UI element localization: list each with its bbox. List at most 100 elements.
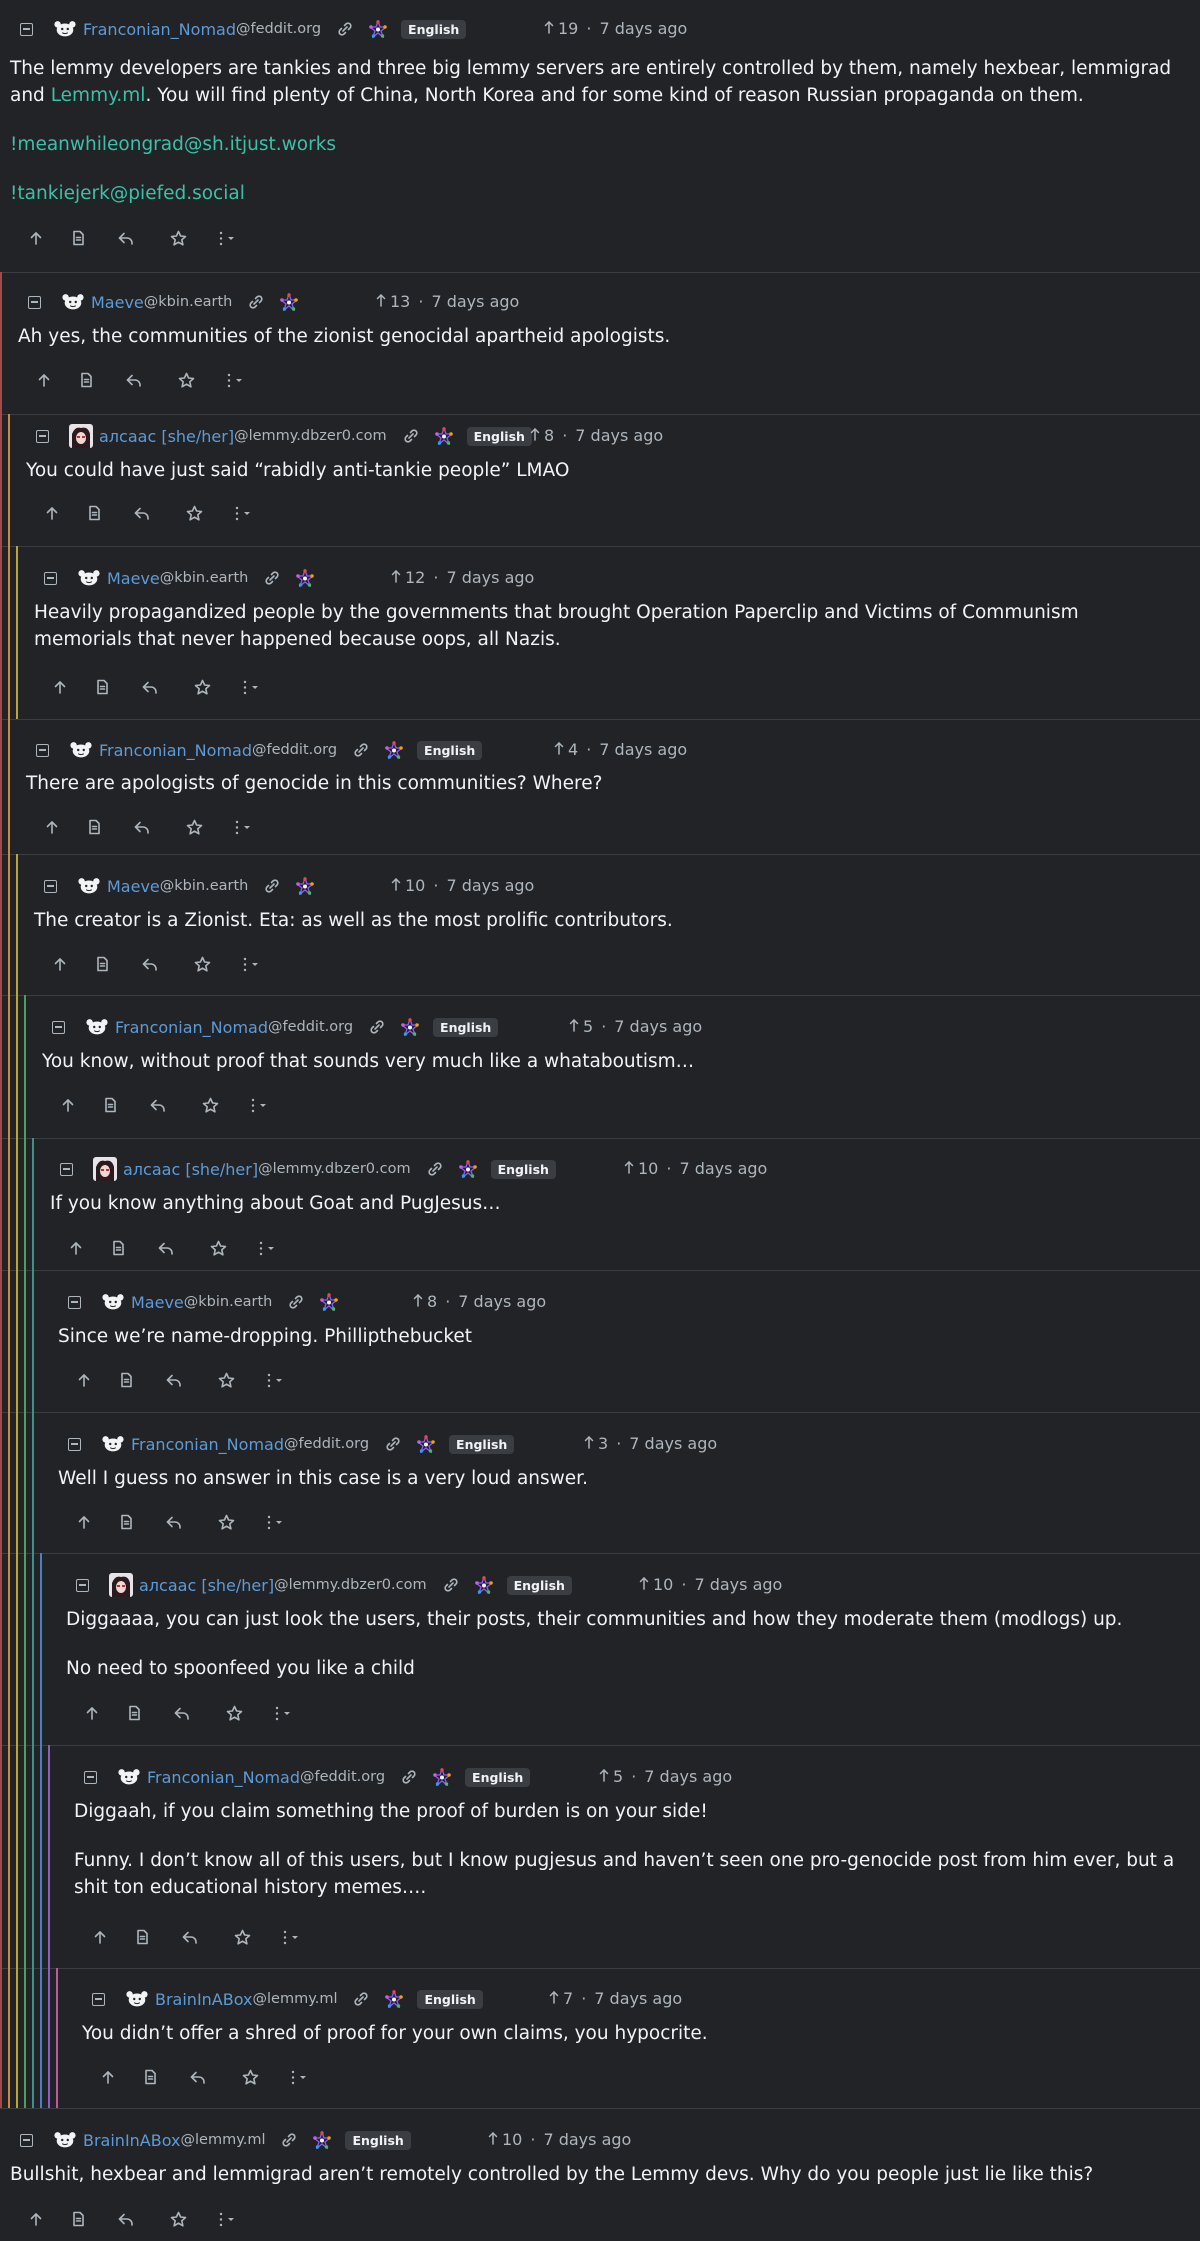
link-icon[interactable] bbox=[427, 1161, 443, 1177]
save-star-icon[interactable] bbox=[222, 2069, 278, 2085]
avatar-icon[interactable] bbox=[77, 874, 101, 898]
collapse-icon[interactable] bbox=[60, 1162, 73, 1176]
source-icon[interactable] bbox=[112, 1705, 156, 1721]
link-icon[interactable] bbox=[385, 1436, 401, 1452]
avatar-icon[interactable] bbox=[109, 1573, 133, 1597]
fediverse-icon[interactable] bbox=[458, 1160, 477, 1178]
upvote-icon[interactable] bbox=[48, 1097, 88, 1113]
save-star-icon[interactable] bbox=[190, 1240, 246, 1256]
source-icon[interactable] bbox=[80, 956, 124, 972]
fediverse-icon[interactable] bbox=[474, 1576, 493, 1594]
link-icon[interactable] bbox=[281, 2132, 297, 2148]
collapse-icon[interactable] bbox=[76, 1578, 89, 1592]
reply-icon[interactable] bbox=[116, 819, 166, 835]
more-options-icon[interactable] bbox=[230, 956, 270, 973]
more-options-icon[interactable] bbox=[254, 1372, 294, 1389]
upvote-icon[interactable] bbox=[64, 1514, 104, 1530]
inline-link[interactable]: !tankiejerk@piefed.social bbox=[10, 183, 245, 204]
avatar-icon[interactable] bbox=[85, 1015, 109, 1039]
fediverse-icon[interactable] bbox=[369, 20, 388, 38]
more-options-icon[interactable] bbox=[278, 2069, 318, 2086]
link-icon[interactable] bbox=[403, 428, 419, 444]
username-link[interactable]: Franconian_Nomad bbox=[115, 1018, 268, 1037]
upvote-icon[interactable] bbox=[16, 230, 56, 246]
reply-icon[interactable] bbox=[172, 2069, 222, 2085]
source-icon[interactable] bbox=[128, 2069, 172, 2085]
inline-link[interactable]: !meanwhileongrad@sh.itjust.works bbox=[10, 134, 336, 155]
link-icon[interactable] bbox=[369, 1019, 385, 1035]
reply-icon[interactable] bbox=[156, 1705, 206, 1721]
more-options-icon[interactable] bbox=[230, 679, 270, 696]
fediverse-icon[interactable] bbox=[417, 1435, 436, 1453]
username-link[interactable]: алсаас [she/her] bbox=[99, 427, 234, 446]
collapse-icon[interactable] bbox=[68, 1295, 81, 1309]
username-link[interactable]: Franconian_Nomad bbox=[131, 1435, 284, 1454]
upvote-icon[interactable] bbox=[64, 1372, 104, 1388]
reply-icon[interactable] bbox=[100, 230, 150, 246]
avatar-icon[interactable] bbox=[117, 1765, 141, 1789]
save-star-icon[interactable] bbox=[174, 956, 230, 972]
reply-icon[interactable] bbox=[100, 2211, 150, 2227]
username-link[interactable]: Franconian_Nomad bbox=[147, 1768, 300, 1787]
link-icon[interactable] bbox=[288, 1294, 304, 1310]
reply-icon[interactable] bbox=[108, 372, 158, 388]
username-link[interactable]: BrainInABox bbox=[155, 1990, 253, 2009]
link-icon[interactable] bbox=[264, 878, 280, 894]
more-options-icon[interactable] bbox=[254, 1514, 294, 1531]
save-star-icon[interactable] bbox=[198, 1514, 254, 1530]
save-star-icon[interactable] bbox=[174, 679, 230, 695]
reply-icon[interactable] bbox=[140, 1240, 190, 1256]
avatar-icon[interactable] bbox=[93, 1157, 117, 1181]
upvote-icon[interactable] bbox=[88, 2069, 128, 2085]
save-star-icon[interactable] bbox=[214, 1929, 270, 1945]
more-options-icon[interactable] bbox=[222, 819, 262, 836]
collapse-icon[interactable] bbox=[20, 22, 33, 36]
upvote-icon[interactable] bbox=[56, 1240, 96, 1256]
source-icon[interactable] bbox=[104, 1514, 148, 1530]
save-star-icon[interactable] bbox=[206, 1705, 262, 1721]
fediverse-icon[interactable] bbox=[280, 293, 299, 311]
link-icon[interactable] bbox=[353, 742, 369, 758]
avatar-icon[interactable] bbox=[53, 2128, 77, 2152]
fediverse-icon[interactable] bbox=[313, 2131, 332, 2149]
source-icon[interactable] bbox=[120, 1929, 164, 1945]
more-options-icon[interactable] bbox=[206, 2211, 246, 2228]
collapse-icon[interactable] bbox=[44, 879, 57, 893]
more-options-icon[interactable] bbox=[206, 230, 246, 247]
collapse-icon[interactable] bbox=[36, 743, 49, 757]
username-link[interactable]: BrainInABox bbox=[83, 2131, 181, 2150]
avatar-icon[interactable] bbox=[53, 17, 77, 41]
source-icon[interactable] bbox=[88, 1097, 132, 1113]
more-options-icon[interactable] bbox=[246, 1240, 286, 1257]
reply-icon[interactable] bbox=[124, 956, 174, 972]
avatar-icon[interactable] bbox=[61, 290, 85, 314]
fediverse-icon[interactable] bbox=[385, 1990, 404, 2008]
avatar-icon[interactable] bbox=[101, 1432, 125, 1456]
upvote-icon[interactable] bbox=[40, 679, 80, 695]
save-star-icon[interactable] bbox=[150, 2211, 206, 2227]
reply-icon[interactable] bbox=[148, 1514, 198, 1530]
inline-link[interactable]: Lemmy.ml bbox=[51, 85, 146, 106]
username-link[interactable]: Franconian_Nomad bbox=[83, 20, 236, 39]
link-icon[interactable] bbox=[401, 1769, 417, 1785]
avatar-icon[interactable] bbox=[101, 1290, 125, 1314]
avatar-icon[interactable] bbox=[69, 738, 93, 762]
collapse-icon[interactable] bbox=[36, 429, 49, 443]
username-link[interactable]: Maeve bbox=[91, 293, 144, 312]
username-link[interactable]: Franconian_Nomad bbox=[99, 741, 252, 760]
username-link[interactable]: алсаас [she/her] bbox=[123, 1160, 258, 1179]
link-icon[interactable] bbox=[443, 1577, 459, 1593]
collapse-icon[interactable] bbox=[52, 1020, 65, 1034]
collapse-icon[interactable] bbox=[28, 295, 41, 309]
username-link[interactable]: алсаас [she/her] bbox=[139, 1576, 274, 1595]
save-star-icon[interactable] bbox=[182, 1097, 238, 1113]
upvote-icon[interactable] bbox=[32, 505, 72, 521]
reply-icon[interactable] bbox=[132, 1097, 182, 1113]
fediverse-icon[interactable] bbox=[401, 1018, 420, 1036]
save-star-icon[interactable] bbox=[198, 1372, 254, 1388]
avatar-icon[interactable] bbox=[77, 566, 101, 590]
fediverse-icon[interactable] bbox=[434, 427, 453, 445]
reply-icon[interactable] bbox=[124, 679, 174, 695]
more-options-icon[interactable] bbox=[222, 505, 262, 522]
more-options-icon[interactable] bbox=[262, 1705, 302, 1722]
